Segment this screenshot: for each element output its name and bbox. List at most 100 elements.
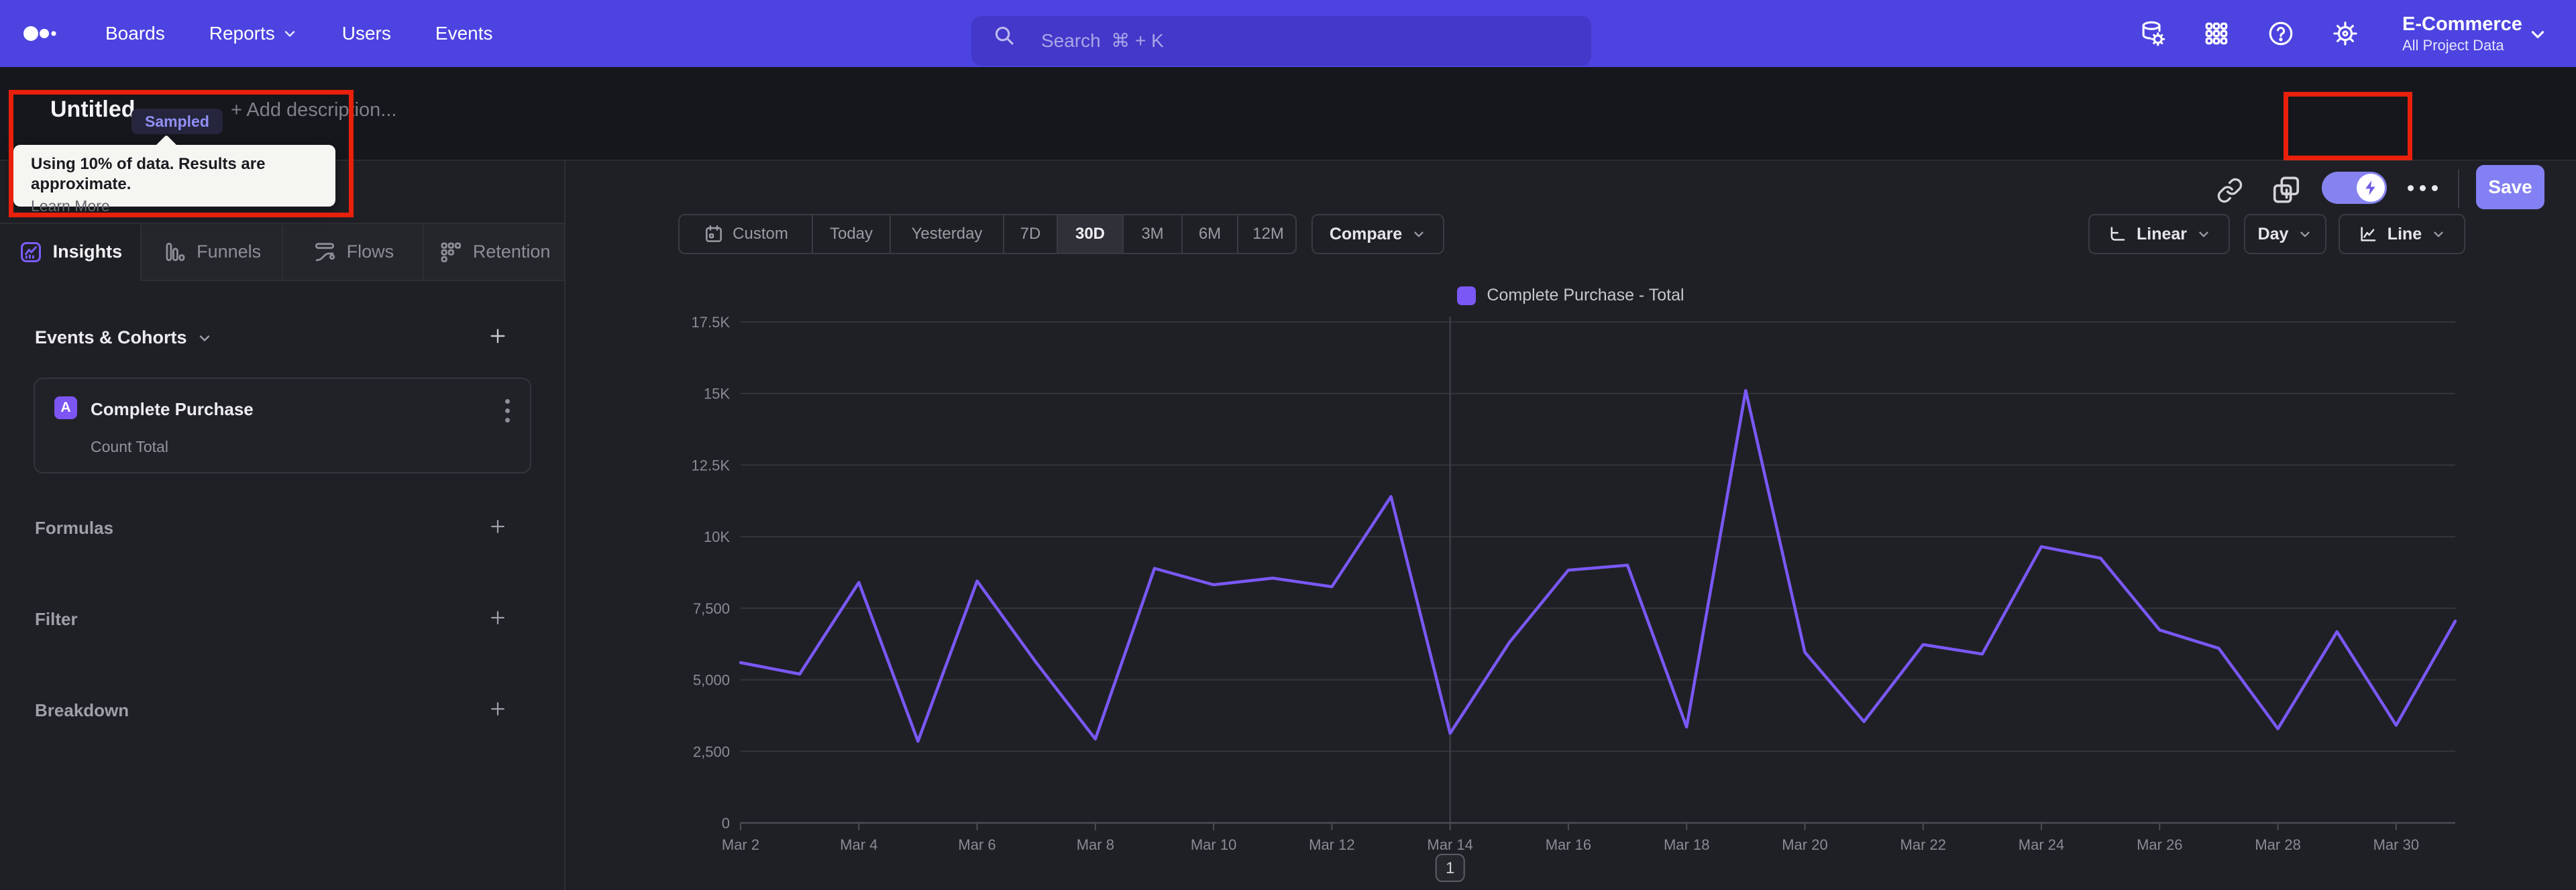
chevron-down-icon	[2199, 231, 2208, 237]
report-type-tabs: Insights Funnels Flows Retention	[0, 223, 564, 281]
x-tick-label: Mar 6	[958, 836, 996, 853]
sampling-tooltip-text: Using 10% of data. Results are approxima…	[31, 155, 266, 193]
range-30d[interactable]: 30D	[1057, 215, 1122, 253]
y-tick-label: 17.5K	[692, 315, 731, 331]
tab-funnels[interactable]: Funnels	[140, 224, 282, 281]
chevron-down-icon	[2300, 231, 2310, 237]
help-icon[interactable]	[2266, 19, 2296, 48]
data-management-icon-button[interactable]	[2137, 19, 2167, 48]
chart-panel: Custom Today Yesterday 7D 30D 3M 6M 12M Compare…	[566, 161, 2576, 890]
tab-retention[interactable]: Retention	[423, 224, 564, 281]
range-3m[interactable]: 3M	[1122, 215, 1181, 253]
event-series-badge: A	[54, 396, 77, 419]
report-title-bar: Untitled Sampled + Add description... Sa…	[0, 67, 2576, 209]
sidebar-section-breakdown: Breakdown	[0, 698, 566, 724]
scale-dropdown[interactable]: Linear	[2088, 214, 2230, 254]
interval-dropdown[interactable]: Day	[2244, 214, 2326, 254]
project-selector[interactable]: E-Commerce All Project Data	[2402, 0, 2522, 67]
logo-dots-icon	[23, 26, 56, 41]
legend-swatch	[1457, 286, 1477, 305]
legend-series-label: Complete Purchase - Total	[1487, 286, 1684, 304]
nav-item-reports[interactable]: Reports	[209, 23, 298, 44]
y-tick-label: 7,500	[693, 600, 730, 617]
sidebar-section-formulas: Formulas	[0, 515, 566, 542]
nav-utility-icons	[2137, 0, 2360, 67]
y-tick-label: 12.5K	[692, 457, 731, 474]
date-range-control: Custom Today Yesterday 7D 30D 3M 6M 12M	[678, 214, 1297, 254]
x-tick-label: Mar 12	[1309, 836, 1354, 853]
y-tick-label: 2,500	[693, 743, 730, 760]
chevron-down-icon	[199, 335, 209, 341]
x-tick-label: Mar 8	[1077, 836, 1114, 853]
data-management-icon[interactable]	[2137, 19, 2167, 48]
y-tick-label: 10K	[704, 529, 730, 545]
x-tick-label: Mar 24	[2019, 836, 2064, 853]
range-custom[interactable]: Custom	[680, 215, 812, 253]
report-title[interactable]: Untitled	[50, 97, 136, 123]
sidebar-section-filter: Filter	[0, 606, 566, 633]
chart-legend[interactable]: Complete Purchase - Total	[566, 286, 2576, 305]
line-chart[interactable]: Mar 2 Mar 4 Mar 6 Mar 8 Mar 10 Mar 12 Mar 14 Ma…	[566, 315, 2576, 890]
add-formulas-button[interactable]	[486, 515, 509, 538]
x-tick-label: Mar 30	[2373, 836, 2419, 853]
x-tick-label: Mar 18	[1664, 836, 1709, 853]
range-12m[interactable]: 12M	[1237, 215, 1295, 253]
x-tick-label: Mar 2	[722, 836, 759, 853]
x-tick-label: Mar 28	[2255, 836, 2300, 853]
settings-gear-icon[interactable]	[2330, 19, 2360, 48]
annotation-badge-label: 1	[1446, 859, 1454, 877]
calendar-icon	[706, 225, 722, 242]
x-tick-label: Mar 14	[1427, 836, 1472, 853]
y-tick-label: 5,000	[693, 672, 730, 689]
event-metric[interactable]: Count Total	[91, 438, 168, 456]
x-tick-label: Mar 4	[840, 836, 877, 853]
tab-insights[interactable]: Insights	[0, 224, 140, 281]
add-filter-button[interactable]	[486, 606, 509, 629]
chart-type-dropdown[interactable]: Line	[2339, 214, 2465, 254]
events-cohorts-header: Events & Cohorts	[0, 326, 566, 353]
learn-more-link[interactable]: Learn More	[31, 194, 110, 217]
chevron-down-icon	[284, 31, 295, 37]
chevron-down-icon	[2434, 231, 2443, 237]
x-tick-label: Mar 26	[2137, 836, 2182, 853]
x-tick-label: Mar 22	[1900, 836, 1946, 853]
add-description-field[interactable]: + Add description...	[231, 99, 396, 121]
line-chart-icon	[2361, 227, 2376, 241]
event-options-button[interactable]	[502, 396, 513, 425]
range-7d[interactable]: 7D	[1003, 215, 1057, 253]
nav-item-events[interactable]: Events	[435, 23, 493, 44]
range-yesterday[interactable]: Yesterday	[890, 215, 1003, 253]
query-builder-sidebar: Insights Funnels Flows Retention Events & C…	[0, 161, 566, 890]
x-tick-label: Mar 20	[1782, 836, 1827, 853]
nav-item-users[interactable]: Users	[342, 23, 391, 44]
project-chevron-down-icon[interactable]	[2528, 24, 2548, 48]
sampling-tooltip: Using 10% of data. Results are approxima…	[13, 145, 335, 215]
search-input[interactable]	[971, 16, 1591, 66]
flows-icon	[315, 242, 335, 261]
event-card-complete-purchase[interactable]: A Complete Purchase Count Total	[34, 378, 531, 474]
retention-icon	[441, 242, 461, 262]
compare-dropdown[interactable]: Compare	[1311, 214, 1444, 254]
mixpanel-logo-icon[interactable]	[23, 0, 71, 67]
add-event-button[interactable]	[486, 325, 509, 347]
insights-icon	[20, 241, 41, 262]
insights-report-page: Boards Reports Users Events E-Commerce All …	[0, 0, 2576, 890]
project-name: E-Commerce	[2402, 13, 2522, 35]
sampled-badge[interactable]: Sampled	[131, 109, 223, 134]
nav-item-boards[interactable]: Boards	[105, 23, 165, 44]
top-navbar: Boards Reports Users Events E-Commerce All …	[0, 0, 2576, 67]
tab-flows[interactable]: Flows	[281, 224, 423, 281]
chevron-down-icon	[1414, 231, 1424, 237]
series-line[interactable]	[739, 389, 2457, 743]
search-icon	[991, 23, 1017, 52]
add-breakdown-button[interactable]	[486, 698, 509, 720]
settings-gear-icon-button[interactable]	[2330, 19, 2360, 48]
events-cohorts-label[interactable]: Events & Cohorts	[35, 327, 213, 348]
nav-menu: Boards Reports Users Events	[105, 0, 493, 67]
apps-grid-icon-button[interactable]	[2202, 19, 2231, 48]
range-6m[interactable]: 6M	[1181, 215, 1237, 253]
help-icon-button[interactable]	[2266, 19, 2296, 48]
range-today[interactable]: Today	[812, 215, 890, 253]
project-scope: All Project Data	[2402, 37, 2504, 54]
apps-grid-icon[interactable]	[2202, 19, 2231, 48]
